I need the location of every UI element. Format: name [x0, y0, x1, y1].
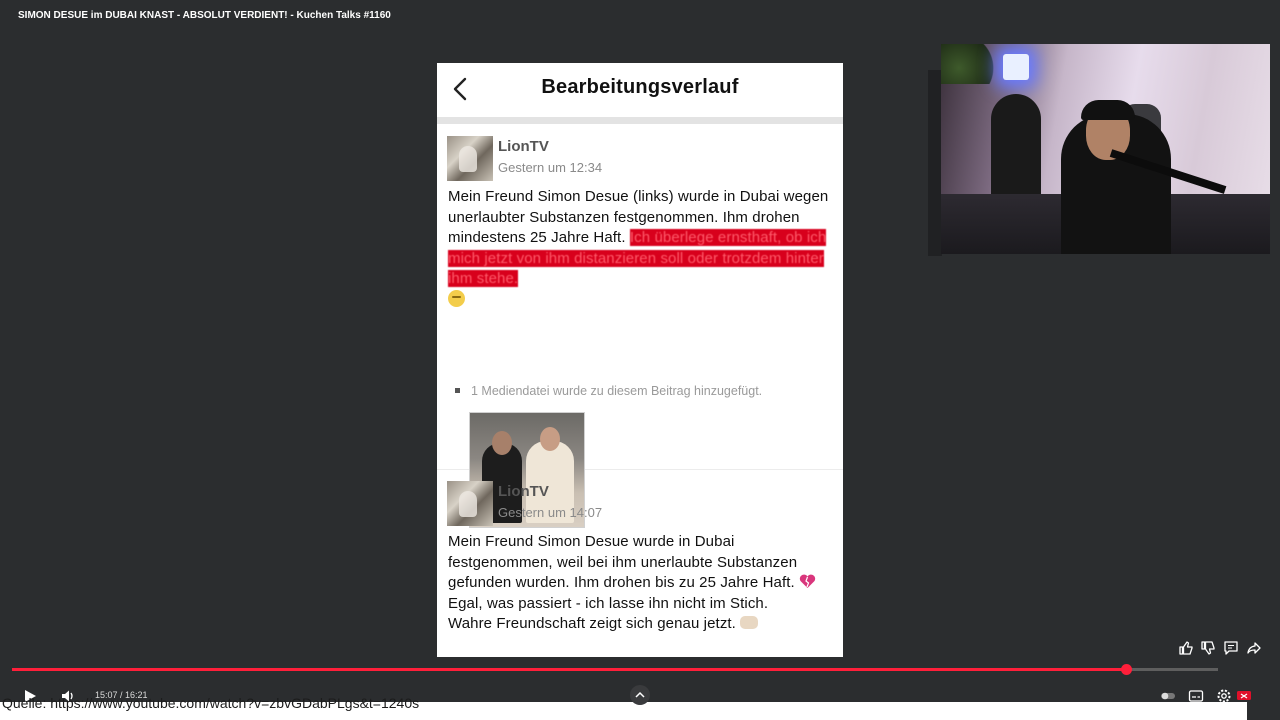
subtitles-icon[interactable] [1188, 688, 1204, 704]
miniplayer-icon[interactable] [1236, 688, 1252, 704]
avatar [447, 481, 493, 526]
user-name: LionTV [498, 483, 549, 500]
thinking-emoji-icon [448, 289, 465, 307]
handshake-icon [740, 616, 759, 629]
edit-history-screenshot: Bearbeitungsverlauf LionTV Gestern um 12… [437, 63, 843, 657]
autoplay-toggle-icon[interactable] [1160, 688, 1176, 704]
webcam-plant [941, 44, 1001, 84]
comment-icon[interactable] [1223, 640, 1243, 660]
media-note: 1 Mediendatei wurde zu diesem Beitrag hi… [455, 384, 762, 398]
post-body: Mein Freund Simon Desue wurde in Dubai f… [448, 533, 798, 591]
webcam-cap [1081, 100, 1135, 120]
webcam-feed [941, 44, 1270, 254]
page-title: Bearbeitungsverlauf [541, 76, 739, 98]
thumbs-down-icon[interactable] [1200, 640, 1220, 660]
photo-head-left [492, 431, 512, 455]
post-line: Wahre Freundschaft zeigt sich genau jetz… [448, 615, 736, 632]
webcam-shadow [928, 70, 942, 256]
post-line: Egal, was passiert - ich lasse ihn nicht… [448, 594, 769, 612]
video-title: SIMON DESUE im DUBAI KNAST - ABSOLUT VER… [18, 10, 391, 21]
share-icon[interactable] [1246, 640, 1266, 660]
progress-handle[interactable] [1120, 664, 1132, 675]
post-text: Mein Freund Simon Desue wurde in Dubai f… [448, 532, 833, 635]
photo-head-right [540, 427, 560, 451]
history-entry: LionTV Gestern um 12:34 Mein Freund Simo… [437, 133, 843, 528]
webcam-lamp [1003, 54, 1029, 80]
progress-fill [12, 668, 1127, 671]
phone-header: Bearbeitungsverlauf [437, 63, 843, 124]
media-note-text: 1 Mediendatei wurde zu diesem Beitrag hi… [471, 384, 763, 398]
post-text: Mein Freund Simon Desue (links) wurde in… [448, 187, 833, 310]
gear-icon[interactable] [1216, 688, 1232, 704]
broken-heart-icon [799, 574, 816, 589]
bullet-icon [455, 388, 460, 393]
avatar [447, 136, 493, 181]
user-name: LionTV [498, 138, 549, 155]
thumbs-up-icon[interactable] [1178, 640, 1198, 660]
timestamp: Gestern um 14:07 [498, 505, 603, 520]
source-text: Quelle: https://www.youtube.com/watch?v=… [2, 695, 420, 711]
progress-bar[interactable] [12, 664, 1218, 675]
chevron-up-icon[interactable] [630, 685, 650, 705]
history-entry: LionTV Gestern um 14:07 Mein Freund Simo… [437, 478, 843, 657]
timestamp: Gestern um 12:34 [498, 160, 603, 175]
